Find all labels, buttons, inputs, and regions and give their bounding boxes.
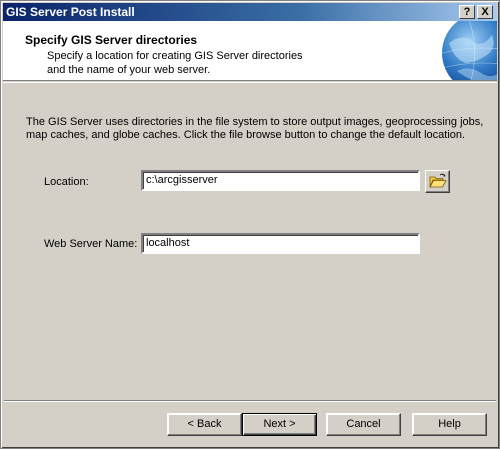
help-title-button[interactable]: ?	[459, 5, 475, 19]
location-field[interactable]: c:\arcgisserver	[141, 170, 420, 191]
next-button[interactable]: Next >	[242, 413, 317, 436]
location-label: Location:	[44, 176, 89, 188]
title-bar[interactable]: GIS Server Post Install ? X	[3, 3, 497, 21]
globe-icon	[441, 21, 497, 80]
description-line-2: map caches, and globe caches. Click the …	[26, 129, 466, 141]
close-button[interactable]: X	[477, 5, 493, 19]
page-title: Specify GIS Server directories	[25, 33, 198, 47]
location-value: c:\arcgisserver	[146, 174, 218, 186]
wizard-header: Specify GIS Server directories Specify a…	[3, 21, 497, 81]
folder-open-icon	[429, 173, 447, 188]
back-button[interactable]: < Back	[167, 413, 242, 436]
subtitle-line-1: Specify a location for creating GIS Serv…	[47, 50, 303, 62]
footer-separator	[4, 400, 496, 402]
webserver-field[interactable]: localhost	[141, 233, 420, 254]
help-button[interactable]: Help	[412, 413, 487, 436]
webserver-label: Web Server Name:	[44, 238, 138, 250]
window-title: GIS Server Post Install	[6, 5, 135, 19]
subtitle-line-2: and the name of your web server.	[47, 64, 211, 76]
browse-button[interactable]	[425, 170, 450, 193]
description-text: The GIS Server uses directories in the f…	[26, 116, 486, 142]
cancel-button[interactable]: Cancel	[326, 413, 401, 436]
description-line-1: The GIS Server uses directories in the f…	[26, 116, 484, 128]
webserver-value: localhost	[146, 237, 190, 249]
page-subtitle: Specify a location for creating GIS Serv…	[47, 49, 407, 77]
header-separator	[3, 82, 497, 83]
dialog-window: GIS Server Post Install ? X Specify GIS …	[0, 0, 500, 449]
